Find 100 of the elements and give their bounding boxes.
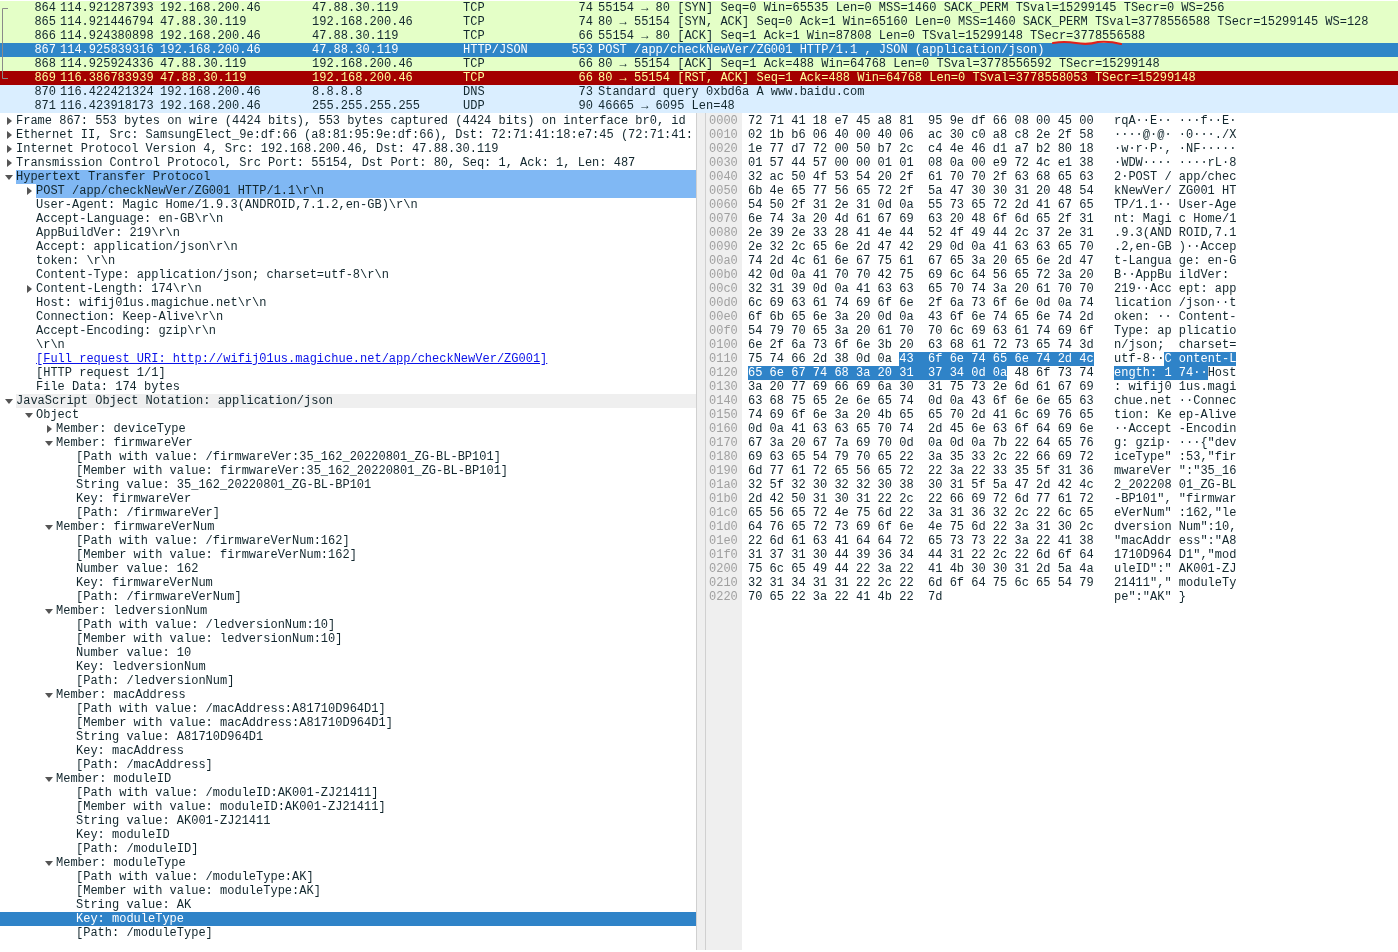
tree-item[interactable]: \r\n: [0, 338, 696, 352]
tree-item[interactable]: Accept: application/json\r\n: [0, 240, 696, 254]
tree-item[interactable]: Member: firmwareVer: [0, 436, 696, 450]
ascii-text: 21411"," moduleTy: [1114, 576, 1237, 590]
tree-item[interactable]: Transmission Control Protocol, Src Port: 55154, Dst Port: 80, Seq: 1, Ack: 1, Len: 487: [0, 156, 696, 170]
hex-offset: 0090: [708, 240, 739, 254]
triangle-right-icon[interactable]: [45, 425, 53, 433]
ascii-text: C ontent-L: [1164, 352, 1237, 366]
triangle-right-icon[interactable]: [5, 117, 13, 125]
packet-row[interactable]: 866 114.924380898 192.168.200.46 47.88.30.119 TCP 66 55154 → 80 [ACK] Seq=1 Ack=1 Win=87808 Len=0 TSval=15299148 TSecr=3778556588: [0, 29, 1398, 43]
tree-item[interactable]: [Member with value: macAddress:A81710D964D1]: [0, 716, 696, 730]
tree-item[interactable]: Key: ledversionNum: [0, 660, 696, 674]
tree-item[interactable]: [Path with value: /firmwareVer:35_162_20220801_ZG-BL-BP101]: [0, 450, 696, 464]
tree-item[interactable]: Member: moduleType: [0, 856, 696, 870]
tree-item[interactable]: [Path with value: /ledversionNum:10]: [0, 618, 696, 632]
tree-item[interactable]: [Path: /firmwareVer]: [0, 506, 696, 520]
tree-item[interactable]: [Member with value: moduleID:AK001-ZJ21411]: [0, 800, 696, 814]
triangle-right-icon[interactable]: [25, 285, 33, 293]
tree-item[interactable]: Number value: 10: [0, 646, 696, 660]
triangle-right-icon[interactable]: [5, 131, 13, 139]
request-uri-link[interactable]: [Full request URI: http://wifij01us.magichue.net/app/checkNewVer/ZG001]: [36, 352, 548, 366]
tree-item[interactable]: Object: [0, 408, 696, 422]
packet-length: 66: [578, 57, 594, 71]
packet-row[interactable]: 871 116.423918173 192.168.200.46 255.255.255.255 UDP 90 46665 → 6095 Len=48: [0, 99, 1398, 113]
packet-row[interactable]: 864 114.921287393 192.168.200.46 47.88.30.119 TCP 74 55154 → 80 [SYN] Seq=0 Win=65535 Len=0 MSS=1460 SACK_PERM TSval=15299145 TSecr=0 WS=256: [0, 1, 1398, 15]
tree-item[interactable]: [Full request URI: http://wifij01us.magichue.net/app/checkNewVer/ZG001]: [0, 352, 696, 366]
tree-item[interactable]: Host: wifij01us.magichue.net\r\n: [0, 296, 696, 310]
tree-item[interactable]: Content-Type: application/json; charset=utf-8\r\n: [0, 268, 696, 282]
tree-item[interactable]: Member: macAddress: [0, 688, 696, 702]
tree-item[interactable]: Key: moduleType: [0, 912, 696, 926]
tree-item[interactable]: User-Agent: Magic Home/1.9.3(ANDROID,7.1.2,en-GB)\r\n: [0, 198, 696, 212]
packet-time: 114.921287393: [59, 1, 154, 15]
packet-row[interactable]: 865 114.921446794 47.88.30.119 192.168.200.46 TCP 74 80 → 55154 [SYN, ACK] Seq=0 Ack=1 Win=65160 Len=0 MSS=1460 SACK_PERM TSval=3778556588 TSecr=15299145 WS=128: [0, 15, 1398, 29]
tree-item[interactable]: [Member with value: firmwareVerNum:162]: [0, 548, 696, 562]
tree-item[interactable]: [Member with value: ledversionNum:10]: [0, 632, 696, 646]
tree-item[interactable]: Member: firmwareVerNum: [0, 520, 696, 534]
tree-item[interactable]: [Path: /moduleType]: [0, 926, 696, 940]
packet-row[interactable]: 869 116.386783939 47.88.30.119 192.168.200.46 TCP 66 80 → 55154 [RST, ACK] Seq=1 Ack=488 Win=64768 Len=0 TSval=3778558053 TSecr=15299148: [0, 71, 1398, 85]
packet-time: 114.924380898: [59, 29, 154, 43]
tree-item[interactable]: Member: ledversionNum: [0, 604, 696, 618]
tree-item[interactable]: [Path with value: /moduleID:AK001-ZJ21411]: [0, 786, 696, 800]
hex-bytes: 54 79 70 65 3a 20 61 70 70 6c 69 63 61 74 69 6f: [748, 324, 1094, 338]
tree-item[interactable]: [Path: /firmwareVerNum]: [0, 590, 696, 604]
tree-item[interactable]: File Data: 174 bytes: [0, 380, 696, 394]
triangle-down-icon[interactable]: [5, 397, 13, 405]
triangle-down-icon[interactable]: [45, 439, 53, 447]
tree-item[interactable]: String value: 35_162_20220801_ZG-BL-BP101: [0, 478, 696, 492]
tree-item[interactable]: AppBuildVer: 219\r\n: [0, 226, 696, 240]
packet-row[interactable]: 868 114.925924336 47.88.30.119 192.168.200.46 TCP 66 80 → 55154 [ACK] Seq=1 Ack=488 Win=64768 Len=0 TSval=3778556592 TSecr=15299148: [0, 57, 1398, 71]
tree-item[interactable]: [Path: /ledversionNum]: [0, 674, 696, 688]
tree-item[interactable]: Internet Protocol Version 4, Src: 192.168.200.46, Dst: 47.88.30.119: [0, 142, 696, 156]
tree-item[interactable]: Key: firmwareVerNum: [0, 576, 696, 590]
tree-item[interactable]: [HTTP request 1/1]: [0, 366, 696, 380]
hex-bytes: 22 6d 61 63 41 64 64 72 65 73 73 22 3a 22 41 38: [748, 534, 1094, 548]
tree-item[interactable]: Key: moduleID: [0, 828, 696, 842]
packet-info: 80 → 55154 [SYN, ACK] Seq=0 Ack=1 Win=65160 Len=0 MSS=1460 SACK_PERM TSval=3778556588 TSecr=15299145 WS=128: [597, 15, 1369, 29]
tree-item[interactable]: Member: moduleID: [0, 772, 696, 786]
destination-address: 8.8.8.8: [311, 85, 363, 99]
hex-bytes: 48 6f 73 74: [1013, 366, 1094, 380]
tree-item[interactable]: Accept-Language: en-GB\r\n: [0, 212, 696, 226]
tree-item[interactable]: [Path: /moduleID]: [0, 842, 696, 856]
tree-item[interactable]: Frame 867: 553 bytes on wire (4424 bits), 553 bytes captured (4424 bits) on interface br0, id: [0, 114, 696, 128]
tree-item[interactable]: Member: deviceType: [0, 422, 696, 436]
tree-item[interactable]: Ethernet II, Src: SamsungElect_9e:df:66 (a8:81:95:9e:df:66), Dst: 72:71:41:18:e7:45 (72:71:41:: [0, 128, 696, 142]
packet-row[interactable]: 867 114.925839316 192.168.200.46 47.88.30.119 HTTP/JSON 553 POST /app/checkNewVer/ZG001 HTTP/1.1 , JSON (application/json): [0, 43, 1398, 57]
tree-item[interactable]: [Path with value: /macAddress:A81710D964D1]: [0, 702, 696, 716]
triangle-down-icon[interactable]: [25, 411, 33, 419]
source-address: 47.88.30.119: [159, 57, 247, 71]
tree-item[interactable]: Number value: 162: [0, 562, 696, 576]
triangle-down-icon[interactable]: [45, 775, 53, 783]
triangle-down-icon[interactable]: [45, 523, 53, 531]
tree-item[interactable]: Key: firmwareVer: [0, 492, 696, 506]
protocol-name: HTTP/JSON: [462, 43, 528, 57]
triangle-down-icon[interactable]: [45, 607, 53, 615]
hex-offset: 0170: [708, 436, 739, 450]
triangle-right-icon[interactable]: [25, 187, 33, 195]
tree-item[interactable]: token: \r\n: [0, 254, 696, 268]
tree-item[interactable]: [Path with value: /moduleType:AK]: [0, 870, 696, 884]
ascii-text: ength: 1 74··: [1114, 366, 1208, 380]
tree-item[interactable]: [Member with value: moduleType:AK]: [0, 884, 696, 898]
tree-item[interactable]: Key: macAddress: [0, 744, 696, 758]
tree-item[interactable]: String value: AK: [0, 898, 696, 912]
triangle-down-icon[interactable]: [45, 691, 53, 699]
triangle-right-icon[interactable]: [5, 159, 13, 167]
packet-time: 116.423918173: [59, 99, 154, 113]
tree-item[interactable]: Accept-Encoding: gzip\r\n: [0, 324, 696, 338]
triangle-down-icon[interactable]: [5, 173, 13, 181]
tree-item[interactable]: String value: AK001-ZJ21411: [0, 814, 696, 828]
hex-offset: 00e0: [708, 310, 739, 324]
packet-number: 869: [34, 71, 57, 85]
tree-item[interactable]: Connection: Keep-Alive\r\n: [0, 310, 696, 324]
tree-item[interactable]: String value: A81710D964D1: [0, 730, 696, 744]
triangle-right-icon[interactable]: [5, 145, 13, 153]
tree-item[interactable]: [Member with value: firmwareVer:35_162_20220801_ZG-BL-BP101]: [0, 464, 696, 478]
tree-item[interactable]: Content-Length: 174\r\n: [0, 282, 696, 296]
tree-item[interactable]: [Path with value: /firmwareVerNum:162]: [0, 534, 696, 548]
triangle-down-icon[interactable]: [45, 859, 53, 867]
packet-row[interactable]: 870 116.422421324 192.168.200.46 8.8.8.8 DNS 73 Standard query 0xbd6a A www.baidu.com: [0, 85, 1398, 99]
tree-item[interactable]: [Path: /macAddress]: [0, 758, 696, 772]
hex-offset: 0220: [708, 590, 739, 604]
